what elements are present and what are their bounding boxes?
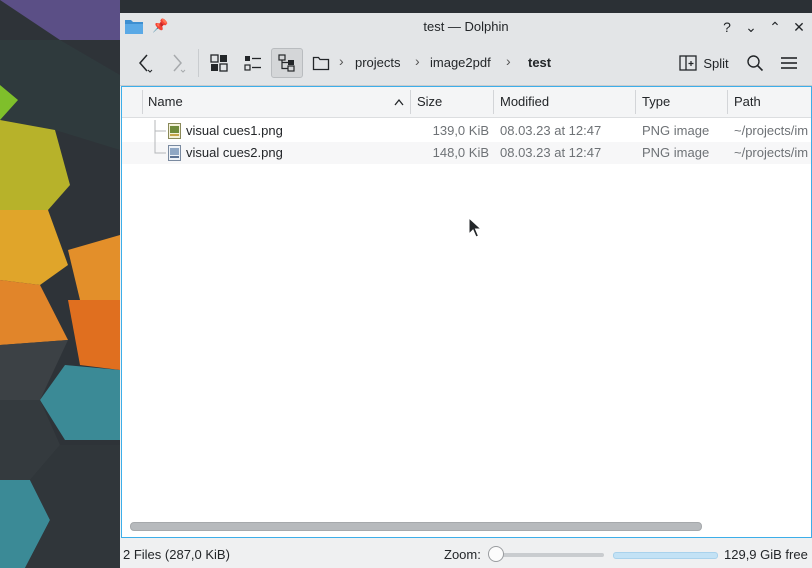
png-file-icon	[168, 145, 181, 161]
dolphin-window: 📌 test — Dolphin ? ⌄ ⌃ ✕ › projects › im…	[120, 13, 812, 568]
tree-branch-icon	[154, 142, 166, 154]
png-file-icon	[168, 123, 181, 139]
column-size[interactable]: Size	[417, 87, 442, 117]
help-button[interactable]: ?	[717, 17, 737, 37]
file-modified: 08.03.23 at 12:47	[500, 145, 602, 160]
file-name[interactable]: visual cues1.png	[186, 120, 396, 142]
column-path[interactable]: Path	[734, 87, 761, 117]
title-bar: 📌 test — Dolphin ? ⌄ ⌃ ✕	[120, 13, 812, 41]
file-name[interactable]: visual cues2.png	[186, 142, 396, 164]
free-space-label: 129,9 GiB free	[724, 547, 808, 562]
menu-button[interactable]	[776, 48, 802, 78]
folder-outline-icon	[312, 56, 330, 71]
maximize-button[interactable]: ⌃	[765, 17, 785, 37]
file-modified: 08.03.23 at 12:47	[500, 123, 602, 138]
forward-button[interactable]	[165, 48, 191, 78]
zoom-slider-handle[interactable]	[488, 546, 504, 562]
breadcrumb-projects[interactable]: projects	[355, 55, 401, 70]
breadcrumb-separator-icon: ›	[339, 53, 344, 69]
column-divider	[410, 90, 411, 114]
details-view-button[interactable]	[271, 48, 303, 78]
column-modified[interactable]: Modified	[500, 87, 549, 117]
compact-view-button[interactable]	[240, 48, 266, 78]
file-size: 139,0 KiB	[432, 123, 489, 138]
tree-view-icon	[278, 54, 295, 72]
grid-view-icon	[210, 54, 228, 72]
column-type[interactable]: Type	[642, 87, 670, 117]
location-button[interactable]	[308, 48, 334, 78]
file-row[interactable]: visual cues1.png 139,0 KiB 08.03.23 at 1…	[122, 120, 811, 142]
disk-space-bar[interactable]	[613, 552, 718, 559]
status-bar: 2 Files (287,0 KiB) Zoom: 129,9 GiB free	[120, 538, 812, 568]
file-type: PNG image	[642, 145, 710, 160]
hamburger-menu-icon	[781, 57, 797, 69]
column-divider	[142, 90, 143, 114]
file-row[interactable]: visual cues2.png 148,0 KiB 08.03.23 at 1…	[122, 142, 811, 164]
status-summary: 2 Files (287,0 KiB)	[123, 547, 230, 562]
split-label: Split	[703, 55, 729, 71]
back-button[interactable]	[132, 48, 158, 78]
split-button[interactable]: Split	[676, 48, 732, 78]
minimize-button[interactable]: ⌄	[741, 17, 761, 37]
mouse-cursor-icon	[468, 217, 482, 238]
sort-ascending-icon[interactable]	[394, 98, 404, 106]
file-size: 148,0 KiB	[432, 145, 489, 160]
breadcrumb-separator-icon: ›	[415, 53, 420, 69]
column-name[interactable]: Name	[148, 87, 183, 117]
file-path: ~/projects/im	[734, 145, 809, 160]
breadcrumb-image2pdf[interactable]: image2pdf	[430, 55, 491, 70]
toolbar: › projects › image2pdf › test Split	[120, 41, 812, 86]
column-divider	[493, 90, 494, 114]
window-title: test — Dolphin	[423, 19, 509, 34]
file-type: PNG image	[642, 123, 710, 138]
zoom-slider-track[interactable]	[490, 553, 604, 557]
column-divider	[635, 90, 636, 114]
file-view[interactable]: Name Size Modified Type Path visual cues…	[121, 86, 812, 538]
back-arrow-icon	[139, 54, 153, 73]
scrollbar-thumb[interactable]	[130, 522, 702, 531]
breadcrumb-separator-icon: ›	[506, 53, 511, 69]
compact-view-icon	[244, 56, 261, 71]
column-divider	[727, 90, 728, 114]
breadcrumb-test[interactable]: test	[528, 55, 551, 70]
close-button[interactable]: ✕	[789, 17, 809, 37]
split-view-icon	[679, 55, 697, 71]
forward-arrow-icon	[173, 54, 186, 73]
zoom-label: Zoom:	[444, 547, 481, 562]
desktop-wallpaper	[0, 0, 120, 568]
search-icon	[747, 55, 764, 72]
search-button[interactable]	[742, 48, 768, 78]
file-path: ~/projects/im	[734, 123, 809, 138]
toolbar-separator	[198, 49, 199, 77]
tree-branch-icon	[154, 120, 166, 142]
column-header: Name Size Modified Type Path	[122, 87, 811, 118]
horizontal-scrollbar[interactable]	[130, 522, 800, 532]
icons-view-button[interactable]	[206, 48, 232, 78]
